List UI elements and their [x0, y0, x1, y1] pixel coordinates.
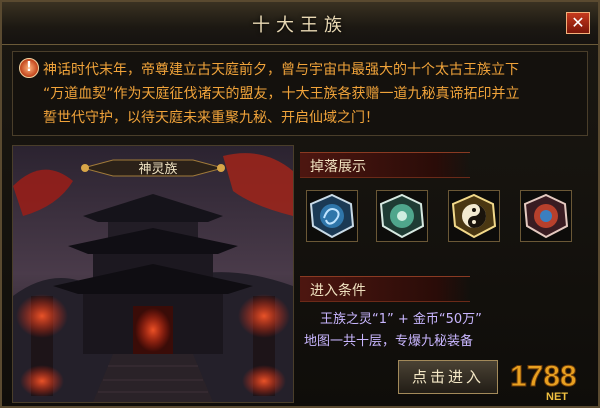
logo-number: 1788: [510, 360, 577, 393]
drop-item-4[interactable]: [520, 190, 572, 242]
clan-name-label: 神灵族: [138, 162, 178, 177]
intro-panel: ! 神话时代末年，帝尊建立古天庭前夕，曾与宇宙中最强大的十个太古王族立下 “万道…: [12, 51, 588, 136]
window-titlebar: 十大王族 ✕: [2, 2, 598, 45]
palace-illustration: [13, 146, 293, 402]
intro-line-2: “万道血契”作为天庭征伐诸天的盟友，十大王族各获赠一道九秘真谛拓印并立: [43, 86, 520, 102]
intro-line-3: 誓世代守护，以待天庭未来重聚九秘、开启仙域之门！: [43, 110, 379, 126]
alert-icon: !: [19, 58, 39, 78]
logo-mark: 1788 NET: [510, 360, 578, 404]
window-title: 十大王族: [252, 15, 348, 36]
intro-text: 神话时代末年，帝尊建立古天庭前夕，曾与宇宙中最强大的十个太古王族立下 “万道血契…: [43, 58, 583, 130]
dragon-medallion-icon: [309, 193, 355, 239]
dynasty-window: 十大王族 ✕ ! 神话时代末年，帝尊建立古天庭前夕，曾与宇宙中最强大的十个太古王…: [0, 0, 600, 408]
site-logo: 1788 NET: [506, 352, 596, 404]
crimson-medallion-icon: [523, 193, 569, 239]
intro-line-1: 神话时代末年，帝尊建立古天庭前夕，曾与宇宙中最强大的十个太古王族立下: [43, 62, 519, 78]
close-icon: ✕: [571, 13, 585, 32]
condition-map-info: 地图一共十层，专爆九秘装备: [304, 334, 474, 349]
drop-item-1[interactable]: [306, 190, 358, 242]
jade-medallion-icon: [379, 193, 425, 239]
taiji-medallion-icon: [451, 193, 497, 239]
drops-title: 掉落展示: [310, 159, 366, 175]
drops-header: 掉落展示: [300, 152, 470, 178]
drop-item-2[interactable]: [376, 190, 428, 242]
enter-button[interactable]: 点击进入: [398, 360, 498, 394]
palace-scene: 神灵族: [12, 145, 294, 403]
drop-item-3[interactable]: [448, 190, 500, 242]
conditions-title: 进入条件: [310, 283, 366, 299]
condition-requirement: 王族之灵“1” + 金币“50万”: [320, 312, 482, 327]
close-button[interactable]: ✕: [566, 12, 590, 34]
drops-panel: 掉落展示: [300, 152, 590, 266]
conditions-header: 进入条件: [300, 276, 470, 302]
logo-suffix: NET: [546, 391, 568, 403]
